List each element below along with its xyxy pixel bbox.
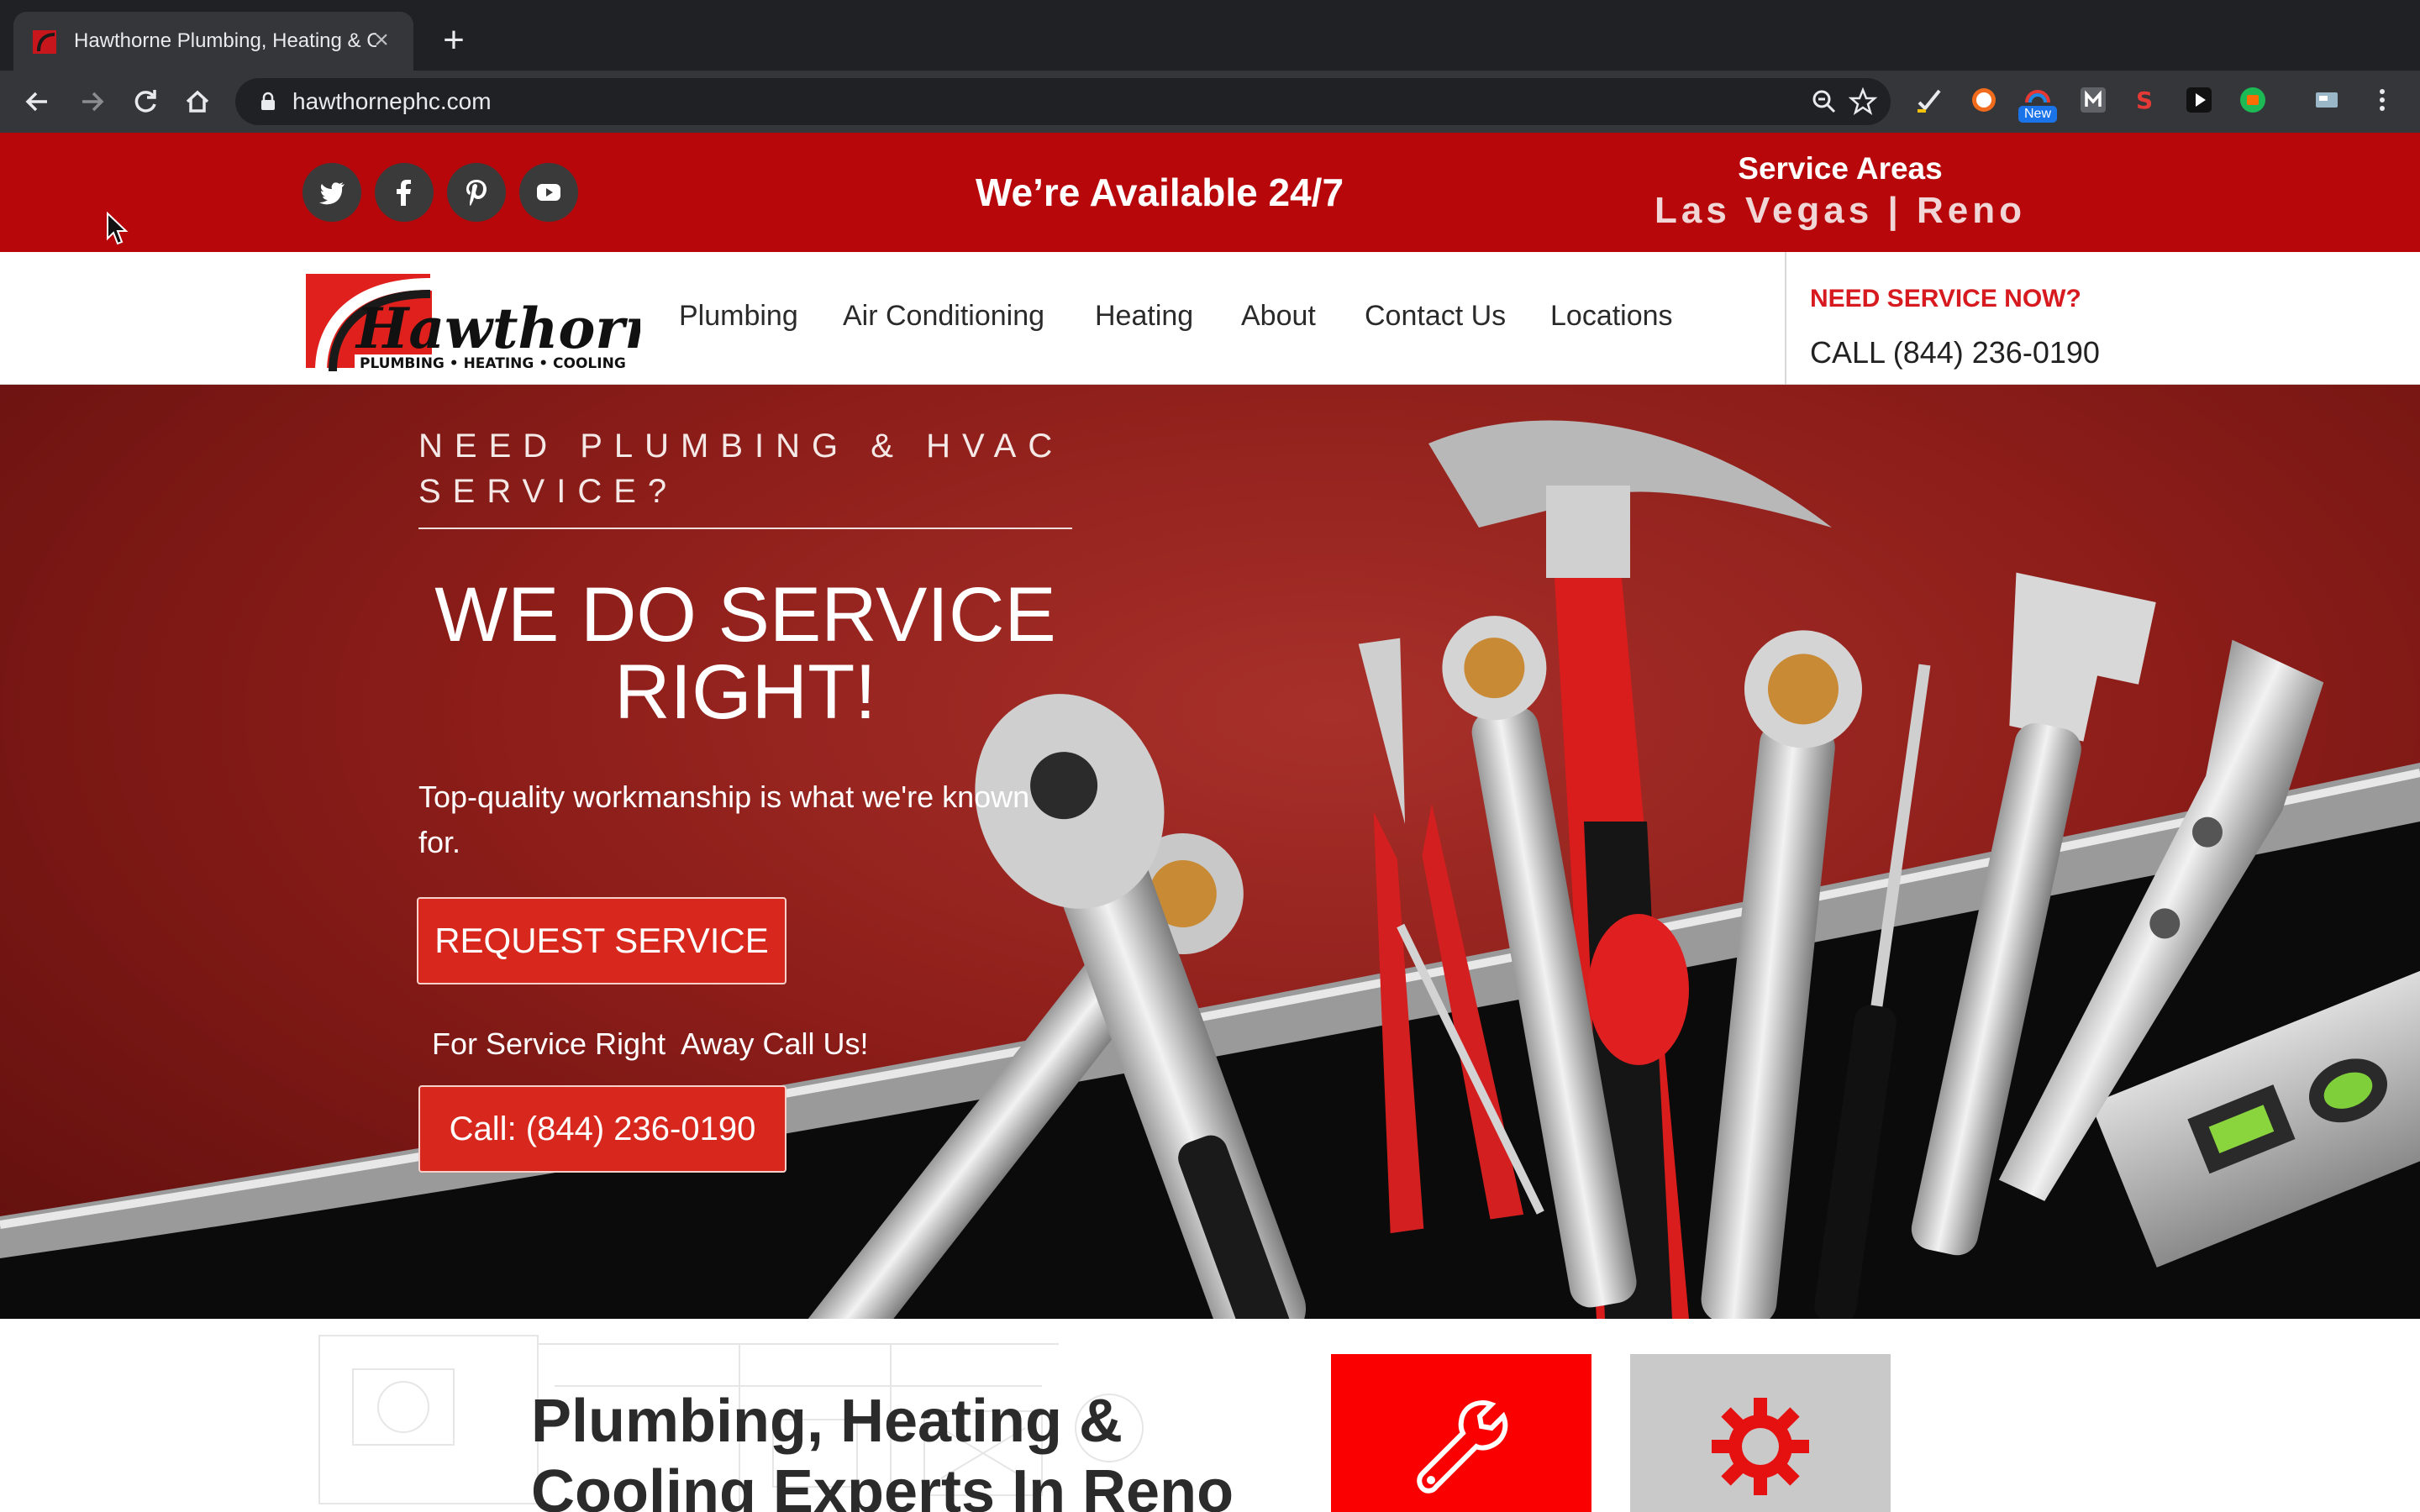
- nav-plumbing[interactable]: Plumbing: [679, 297, 798, 334]
- tools-background-image: [0, 420, 2420, 1319]
- menu-dots-icon[interactable]: [2368, 86, 2396, 114]
- mouse-cursor-icon: [107, 212, 129, 245]
- call-us-note: For Service Right Away Call Us!: [432, 1026, 869, 1061]
- section-title-line-1: Plumbing, Heating &: [531, 1388, 1123, 1455]
- site-favicon-icon: [33, 30, 56, 54]
- tab-title: Hawthorne Plumbing, Heating & Cooling: [74, 29, 376, 52]
- url-text: hawthornephc.com: [292, 88, 492, 114]
- header-phone-link[interactable]: CALL (844) 236-0190: [1810, 334, 2100, 371]
- forward-icon[interactable]: [71, 81, 113, 123]
- youtube-button[interactable]: [519, 163, 578, 222]
- hero-headline-line-2: RIGHT!: [614, 649, 876, 735]
- pinterest-icon: [466, 180, 487, 206]
- hero-divider: [418, 528, 1072, 529]
- address-bar[interactable]: hawthornephc.com: [235, 78, 1891, 125]
- profile-extension-icon[interactable]: [2312, 86, 2341, 114]
- play-extension-icon[interactable]: [2185, 86, 2213, 114]
- main-nav: Hawthorne PLUMBING • HEATING • COOLING P…: [0, 252, 2420, 385]
- hero-banner: NEED PLUMBING & HVAC SERVICE? WE DO SERV…: [0, 385, 2420, 1319]
- twitter-icon: [319, 182, 345, 205]
- nav-divider: [1785, 252, 1786, 385]
- browser-tab[interactable]: Hawthorne Plumbing, Heating & Cooling ×: [13, 12, 413, 71]
- svg-text:Hawthorne: Hawthorne: [355, 296, 640, 361]
- section-title-line-2: Cooling Experts In Reno: [531, 1458, 1234, 1512]
- service-areas-list: Las Vegas | Reno: [1654, 190, 2026, 231]
- bookmark-star-icon[interactable]: [1847, 86, 1879, 118]
- close-tab-icon[interactable]: ×: [366, 25, 397, 55]
- request-service-button[interactable]: REQUEST SERVICE: [417, 897, 786, 984]
- checkmark-extension-icon[interactable]: [1914, 86, 1943, 114]
- nav-locations[interactable]: Locations: [1550, 297, 1673, 334]
- home-icon[interactable]: [176, 81, 218, 123]
- need-service-label: NEED SERVICE NOW?: [1810, 285, 2081, 312]
- nav-contact-us[interactable]: Contact Us: [1365, 297, 1506, 334]
- reload-icon[interactable]: [124, 81, 166, 123]
- wrench-icon: [1417, 1400, 1508, 1494]
- nav-air-conditioning[interactable]: Air Conditioning: [843, 297, 1044, 334]
- green-extension-icon[interactable]: [2238, 86, 2267, 114]
- gear-icon: [1712, 1398, 1809, 1495]
- youtube-icon: [537, 184, 560, 201]
- new-tab-button[interactable]: +: [434, 20, 474, 60]
- back-icon[interactable]: [17, 81, 59, 123]
- availability-text: We’re Available 24/7: [975, 171, 1344, 214]
- seo-extension-icon[interactable]: S: [2131, 86, 2160, 114]
- zoom-icon[interactable]: [1808, 86, 1840, 118]
- hero-headline-line-1: WE DO SERVICE: [434, 572, 1056, 658]
- m-extension-icon[interactable]: [2079, 86, 2107, 114]
- circle-extension-icon[interactable]: [1970, 86, 1998, 114]
- lock-icon: [261, 92, 275, 110]
- hero-headline: WE DO SERVICE RIGHT!: [418, 576, 1072, 731]
- service-areas-title: Service Areas: [1738, 151, 1943, 186]
- svg-text:S: S: [2136, 87, 2153, 114]
- hero-kicker: NEED PLUMBING & HVAC SERVICE?: [418, 428, 1065, 510]
- browser-toolbar: hawthornephc.com New S: [0, 71, 2420, 133]
- hawthorne-logo[interactable]: Hawthorne PLUMBING • HEATING • COOLING: [304, 272, 640, 373]
- pinterest-button[interactable]: [447, 163, 506, 222]
- twitter-button[interactable]: [302, 163, 361, 222]
- nav-heating[interactable]: Heating: [1095, 297, 1193, 334]
- new-badge: New: [2018, 106, 2058, 123]
- browser-tab-strip: Hawthorne Plumbing, Heating & Cooling × …: [0, 0, 2420, 71]
- services-intro-section: Plumbing, Heating & Cooling Experts In R…: [0, 1319, 2420, 1512]
- nav-about[interactable]: About: [1241, 297, 1316, 334]
- hero-subtext: Top-quality workmanship is what we're kn…: [418, 780, 1030, 859]
- top-info-bar: We’re Available 24/7 Service Areas Las V…: [0, 133, 2420, 252]
- heating-tile[interactable]: [1630, 1354, 1891, 1512]
- section-title: Plumbing, Heating & Cooling Experts In R…: [531, 1386, 1287, 1512]
- call-phone-button[interactable]: Call: (844) 236-0190: [418, 1085, 786, 1173]
- svg-text:PLUMBING • HEATING • COOLING: PLUMBING • HEATING • COOLING: [360, 355, 626, 372]
- plumbing-tile[interactable]: [1331, 1354, 1591, 1512]
- facebook-button[interactable]: [375, 163, 434, 222]
- facebook-icon: [397, 180, 411, 206]
